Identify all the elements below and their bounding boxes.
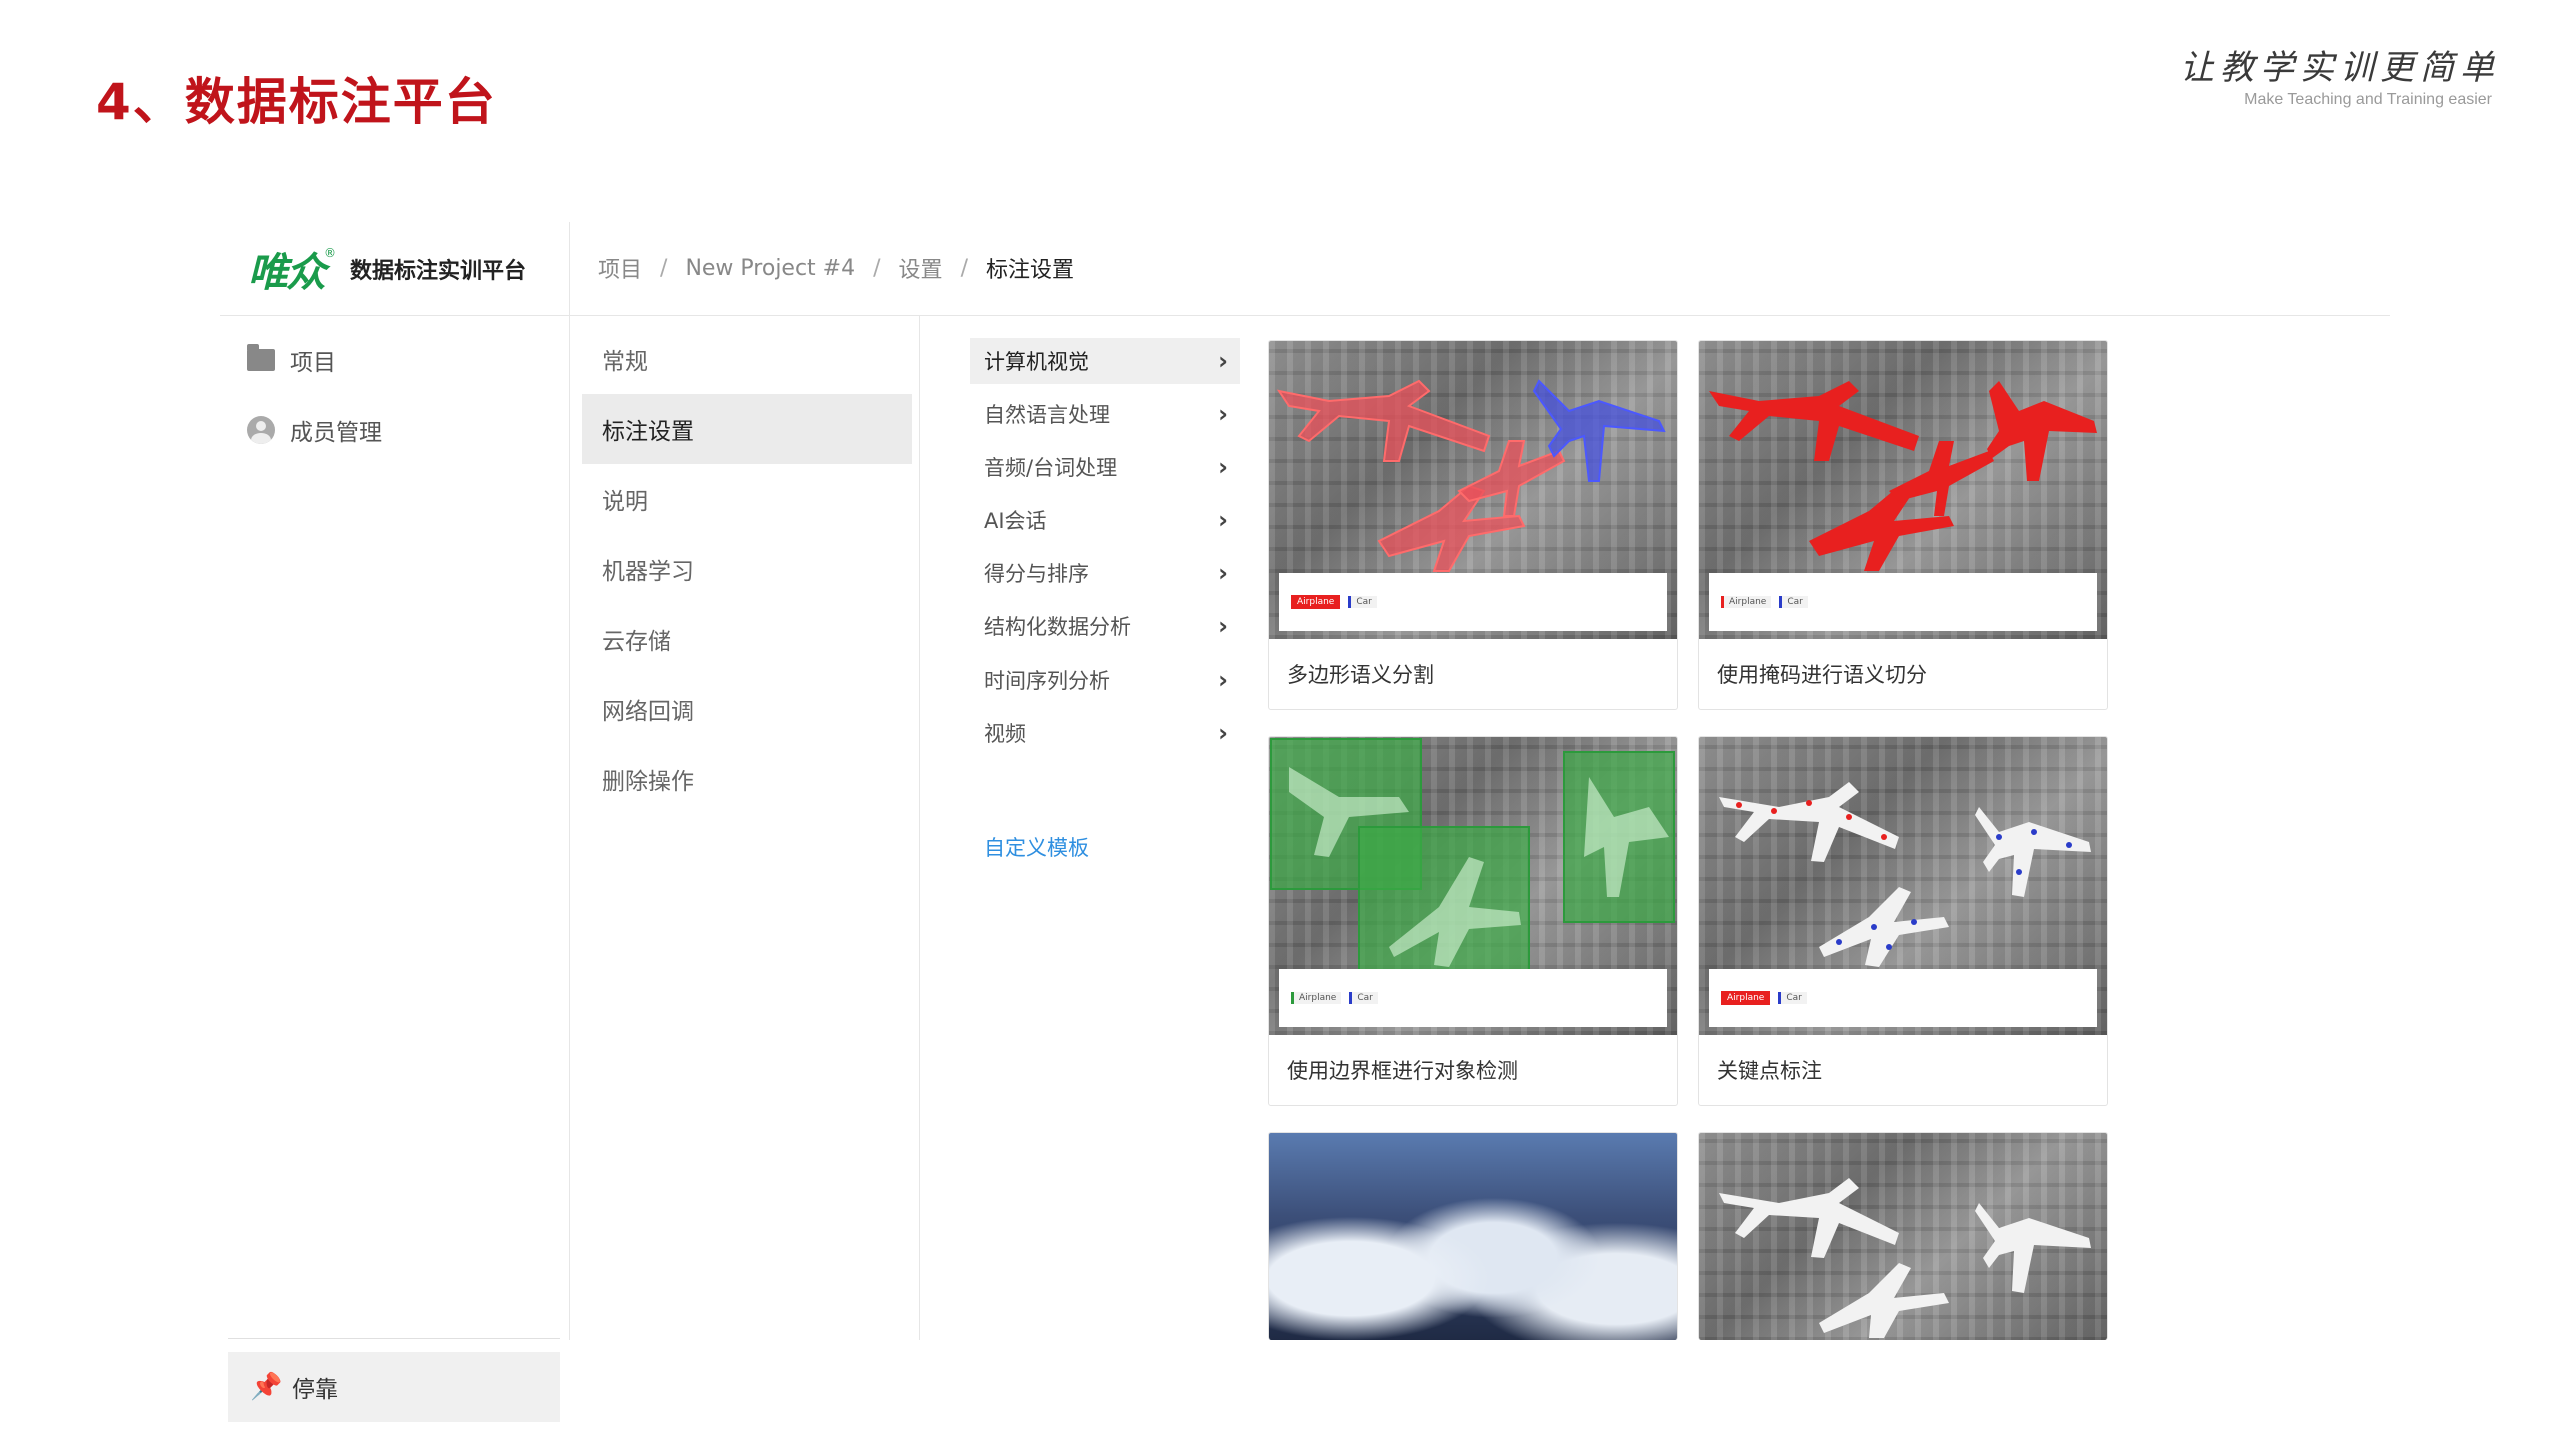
settings-item-labeling[interactable]: 标注设置 [582,394,912,464]
template-card-keypoints[interactable]: Airplane Car 关键点标注 [1698,736,2108,1106]
sidebar-item-label: 成员管理 [290,420,382,446]
settings-item-instructions[interactable]: 说明 [582,464,912,534]
template-card-title: 使用掩码进行语义切分 [1717,663,1927,687]
topbar: 唯众 ® 数据标注实训平台 项目 / New Project #4 / 设置 /… [220,222,2390,316]
template-card-airport[interactable] [1698,1132,2108,1340]
breadcrumb-projects[interactable]: 项目 [598,252,642,284]
category-audio[interactable]: 音频/台词处理 › [970,444,1240,490]
template-category-menu: 计算机视觉 › 自然语言处理 › 音频/台词处理 › AI会话 › 得分与排序 … [970,316,1240,1216]
category-video[interactable]: 视频 › [970,710,1240,756]
template-thumbnail: Airplane Car [1699,737,2107,1035]
settings-menu: 常规 标注设置 说明 机器学习 云存储 网络回调 删除操作 [570,316,920,1340]
legend-tag: Car [1779,596,1808,608]
topbar-divider [569,222,570,316]
legend-tag: Car [1349,992,1378,1004]
template-card-mask-segmentation[interactable]: Airplane Car 使用掩码进行语义切分 [1698,340,2108,710]
template-card-title: 多边形语义分割 [1287,663,1434,687]
category-label: 时间序列分析 [984,669,1110,693]
pin-icon: 📌 [250,1372,283,1402]
template-thumbnail [1699,1133,2107,1340]
category-label: AI会话 [984,509,1047,533]
settings-item-webhooks[interactable]: 网络回调 [582,674,912,744]
chevron-right-icon: › [1218,506,1228,534]
chevron-right-icon: › [1218,453,1228,481]
airplanes-image [1719,1178,2091,1338]
category-nlp[interactable]: 自然语言处理 › [970,391,1240,437]
chevron-right-icon: › [1218,719,1228,747]
template-card-title: 使用边界框进行对象检测 [1287,1059,1518,1083]
chevron-right-icon: › [1218,612,1228,640]
logo-registered-mark: ® [324,246,336,260]
label-legend: Airplane Car [1279,573,1667,631]
legend-tag: Car [1778,992,1807,1004]
template-card-title: 关键点标注 [1717,1059,1822,1083]
custom-template-link[interactable]: 自定义模板 [984,832,1089,862]
user-icon [246,415,276,445]
breadcrumb-separator: / [660,255,668,281]
template-thumbnail: Airplane Car [1699,341,2107,639]
category-structured-data[interactable]: 结构化数据分析 › [970,603,1240,649]
sidebar: 项目 成员管理 📌 停靠 [220,316,570,1422]
dock-label: 停靠 [292,1377,338,1403]
breadcrumb-project-name[interactable]: New Project #4 [685,256,855,281]
slogan: 让教学实训更简单 Make Teaching and Training easi… [2180,40,2500,109]
app-name: 数据标注实训平台 [350,259,527,284]
category-label: 计算机视觉 [984,350,1089,374]
chevron-right-icon: › [1218,666,1228,694]
category-label: 得分与排序 [984,562,1089,586]
template-thumbnail [1269,1133,1677,1340]
chevron-right-icon: › [1218,400,1228,428]
legend-tag: Airplane [1721,991,1771,1005]
legend-tag: Airplane [1291,992,1342,1004]
slogan-en: Make Teaching and Training easier [2244,91,2492,108]
label-legend: Airplane Car [1709,573,2097,631]
logo-mark: 唯众 [248,249,326,296]
breadcrumb: 项目 / New Project #4 / 设置 / 标注设置 [598,252,1074,284]
legend-tag: Car [1348,596,1377,608]
label-legend: Airplane Car [1279,969,1667,1027]
category-ranking[interactable]: 得分与排序 › [970,550,1240,596]
slogan-cn: 让教学实训更简单 [2180,48,2500,88]
breadcrumb-current: 标注设置 [985,258,1074,283]
breadcrumb-separator: / [873,255,881,281]
category-label: 自然语言处理 [984,403,1110,427]
snowy-trees-image [1269,1133,1677,1340]
sidebar-item-label: 项目 [290,350,336,376]
slide-title: 4、数据标注平台 [96,73,497,131]
folder-icon [246,344,276,375]
app-window: 唯众 ® 数据标注实训平台 项目 / New Project #4 / 设置 /… [220,222,2390,1422]
breadcrumb-separator: / [960,255,968,281]
chevron-right-icon: › [1218,347,1228,375]
category-label: 视频 [984,722,1026,746]
category-label: 音频/台词处理 [984,456,1118,480]
sidebar-item-members[interactable]: 成员管理 [246,410,382,450]
category-computer-vision[interactable]: 计算机视觉 › [970,338,1240,384]
category-time-series[interactable]: 时间序列分析 › [970,657,1240,703]
template-thumbnail: Airplane Car [1269,341,1677,639]
template-card-image-classification[interactable] [1268,1132,1678,1340]
settings-item-general[interactable]: 常规 [582,324,912,394]
settings-item-cloud-storage[interactable]: 云存储 [582,604,912,674]
template-thumbnail: Airplane Car [1269,737,1677,1035]
legend-tag: Airplane [1721,596,1772,608]
app-logo[interactable]: 唯众 ® 数据标注实训平台 [248,240,526,298]
category-label: 结构化数据分析 [984,615,1131,639]
category-ai-conversation[interactable]: AI会话 › [970,497,1240,543]
dock-button[interactable]: 📌 停靠 [228,1352,560,1422]
template-card-polygon-segmentation[interactable]: Airplane Car 多边形语义分割 [1268,340,1678,710]
sidebar-divider [228,1338,560,1339]
settings-item-machine-learning[interactable]: 机器学习 [582,534,912,604]
settings-item-danger-zone[interactable]: 删除操作 [582,744,912,814]
breadcrumb-settings[interactable]: 设置 [899,252,943,284]
template-card-bounding-box[interactable]: Airplane Car 使用边界框进行对象检测 [1268,736,1678,1106]
chevron-right-icon: › [1218,559,1228,587]
legend-tag: Airplane [1291,595,1341,609]
label-legend: Airplane Car [1709,969,2097,1027]
sidebar-item-projects[interactable]: 项目 [246,340,336,380]
